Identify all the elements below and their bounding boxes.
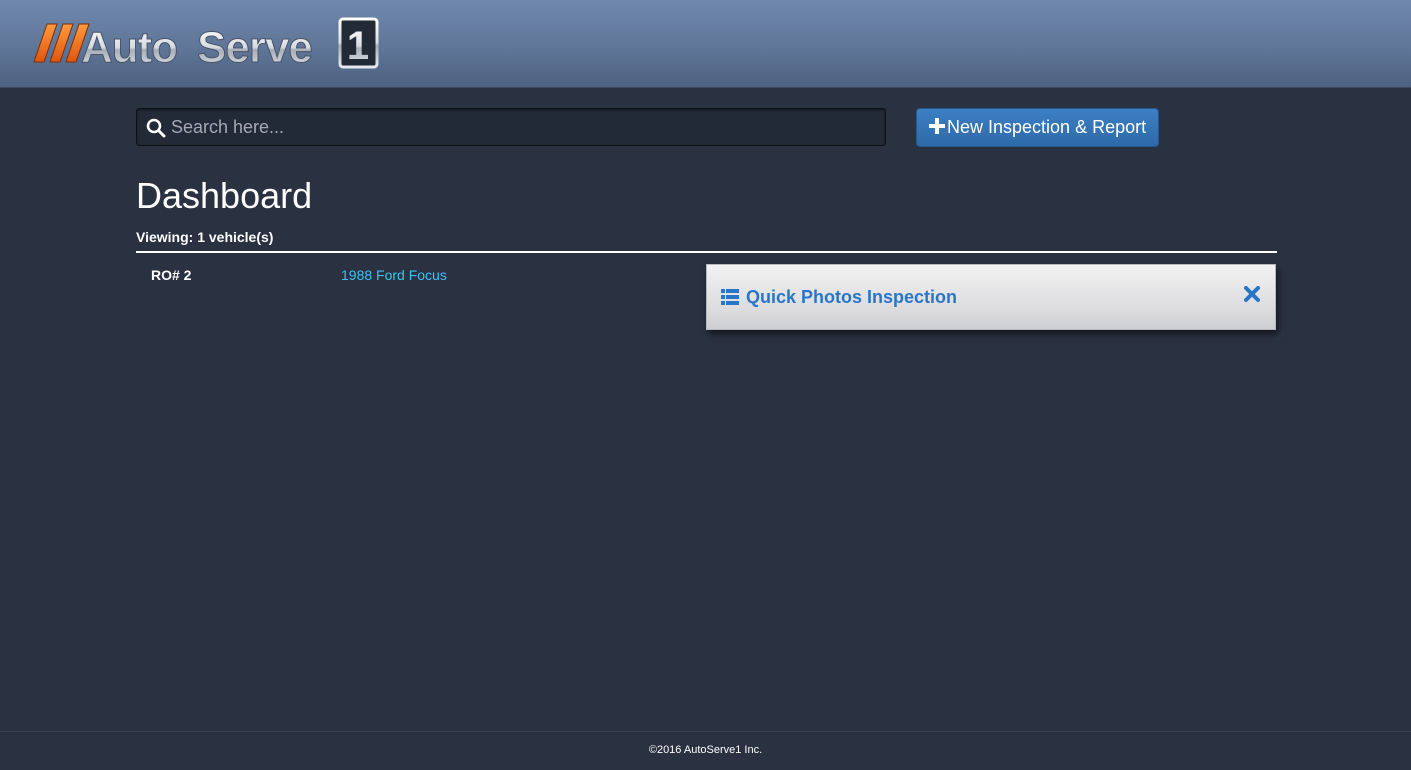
vehicle-link[interactable]: 1988 Ford Focus (341, 267, 447, 283)
autoserve1-logo[interactable]: Auto Serve 1 (33, 14, 383, 72)
close-icon[interactable] (1243, 285, 1261, 303)
svg-text:1: 1 (347, 24, 369, 68)
quick-photos-popup: Quick Photos Inspection (706, 264, 1276, 330)
page-title: Dashboard (136, 175, 313, 216)
plus-icon (929, 118, 945, 134)
new-inspection-label: New Inspection & Report (947, 117, 1147, 137)
vehicle-count: Viewing: 1 vehicle(s) (136, 229, 274, 245)
search-input[interactable] (171, 109, 871, 145)
copyright-text: ©2016 AutoServe1 Inc. (648, 744, 763, 756)
list-icon (721, 289, 739, 305)
ro-number: RO# 2 (151, 267, 192, 283)
svg-text:Serve: Serve (197, 23, 312, 72)
footer: ©2016 AutoServe1 Inc. (0, 731, 1411, 770)
quick-photos-link[interactable]: Quick Photos Inspection (746, 287, 957, 307)
search-box[interactable] (136, 108, 886, 146)
top-header: Auto Serve 1 (0, 0, 1411, 88)
svg-text:Auto: Auto (81, 23, 177, 72)
divider (136, 251, 1277, 253)
new-inspection-button[interactable]: New Inspection & Report (916, 108, 1159, 147)
search-icon (146, 118, 166, 138)
